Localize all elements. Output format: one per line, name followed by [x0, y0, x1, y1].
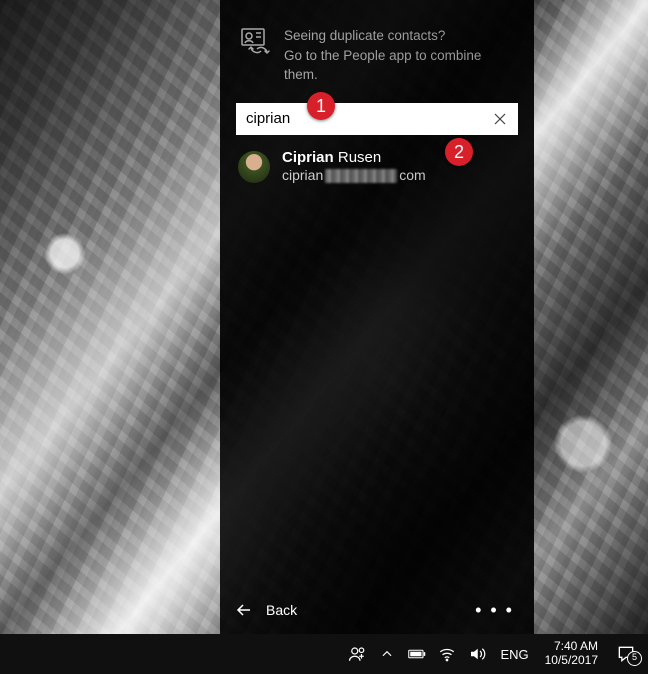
hint-line1: Seeing duplicate contacts? — [284, 26, 514, 46]
hint-line2: Go to the People app to combine them. — [284, 46, 514, 85]
tray-overflow-icon[interactable] — [378, 645, 396, 663]
contact-result[interactable]: Ciprian Rusen cipriancom — [220, 135, 534, 195]
clear-search-button[interactable] — [486, 103, 514, 135]
people-taskbar-icon[interactable] — [348, 645, 366, 663]
more-button[interactable]: • • • — [471, 596, 518, 625]
notification-badge: 5 — [627, 651, 642, 666]
desktop-wallpaper: Seeing duplicate contacts? Go to the Peo… — [0, 0, 648, 634]
people-flyout: Seeing duplicate contacts? Go to the Peo… — [220, 0, 534, 634]
arrow-left-icon — [236, 602, 252, 618]
duplicate-contacts-hint: Seeing duplicate contacts? Go to the Peo… — [220, 0, 534, 103]
flyout-footer: Back • • • — [220, 586, 534, 634]
back-label: Back — [266, 602, 297, 618]
search-input[interactable] — [236, 103, 518, 135]
redacted-segment — [325, 169, 397, 183]
action-center-icon[interactable]: 5 — [612, 644, 640, 664]
battery-icon[interactable] — [408, 645, 426, 663]
taskbar-clock[interactable]: 7:40 AM 10/5/2017 — [543, 640, 600, 668]
taskbar-time: 7:40 AM — [554, 640, 598, 654]
contact-avatar — [238, 151, 270, 183]
taskbar-date: 10/5/2017 — [545, 654, 598, 668]
wifi-icon[interactable] — [438, 645, 456, 663]
language-indicator[interactable]: ENG — [498, 647, 530, 662]
search-wrap — [236, 103, 518, 135]
back-button[interactable]: Back — [236, 602, 297, 618]
taskbar: ENG 7:40 AM 10/5/2017 5 — [0, 634, 648, 674]
annotation-marker-1: 1 — [307, 92, 335, 120]
volume-icon[interactable] — [468, 645, 486, 663]
contact-name: Ciprian Rusen — [282, 149, 426, 168]
contacts-combine-icon — [240, 26, 272, 63]
contact-email: cipriancom — [282, 167, 426, 185]
annotation-marker-2: 2 — [445, 138, 473, 166]
